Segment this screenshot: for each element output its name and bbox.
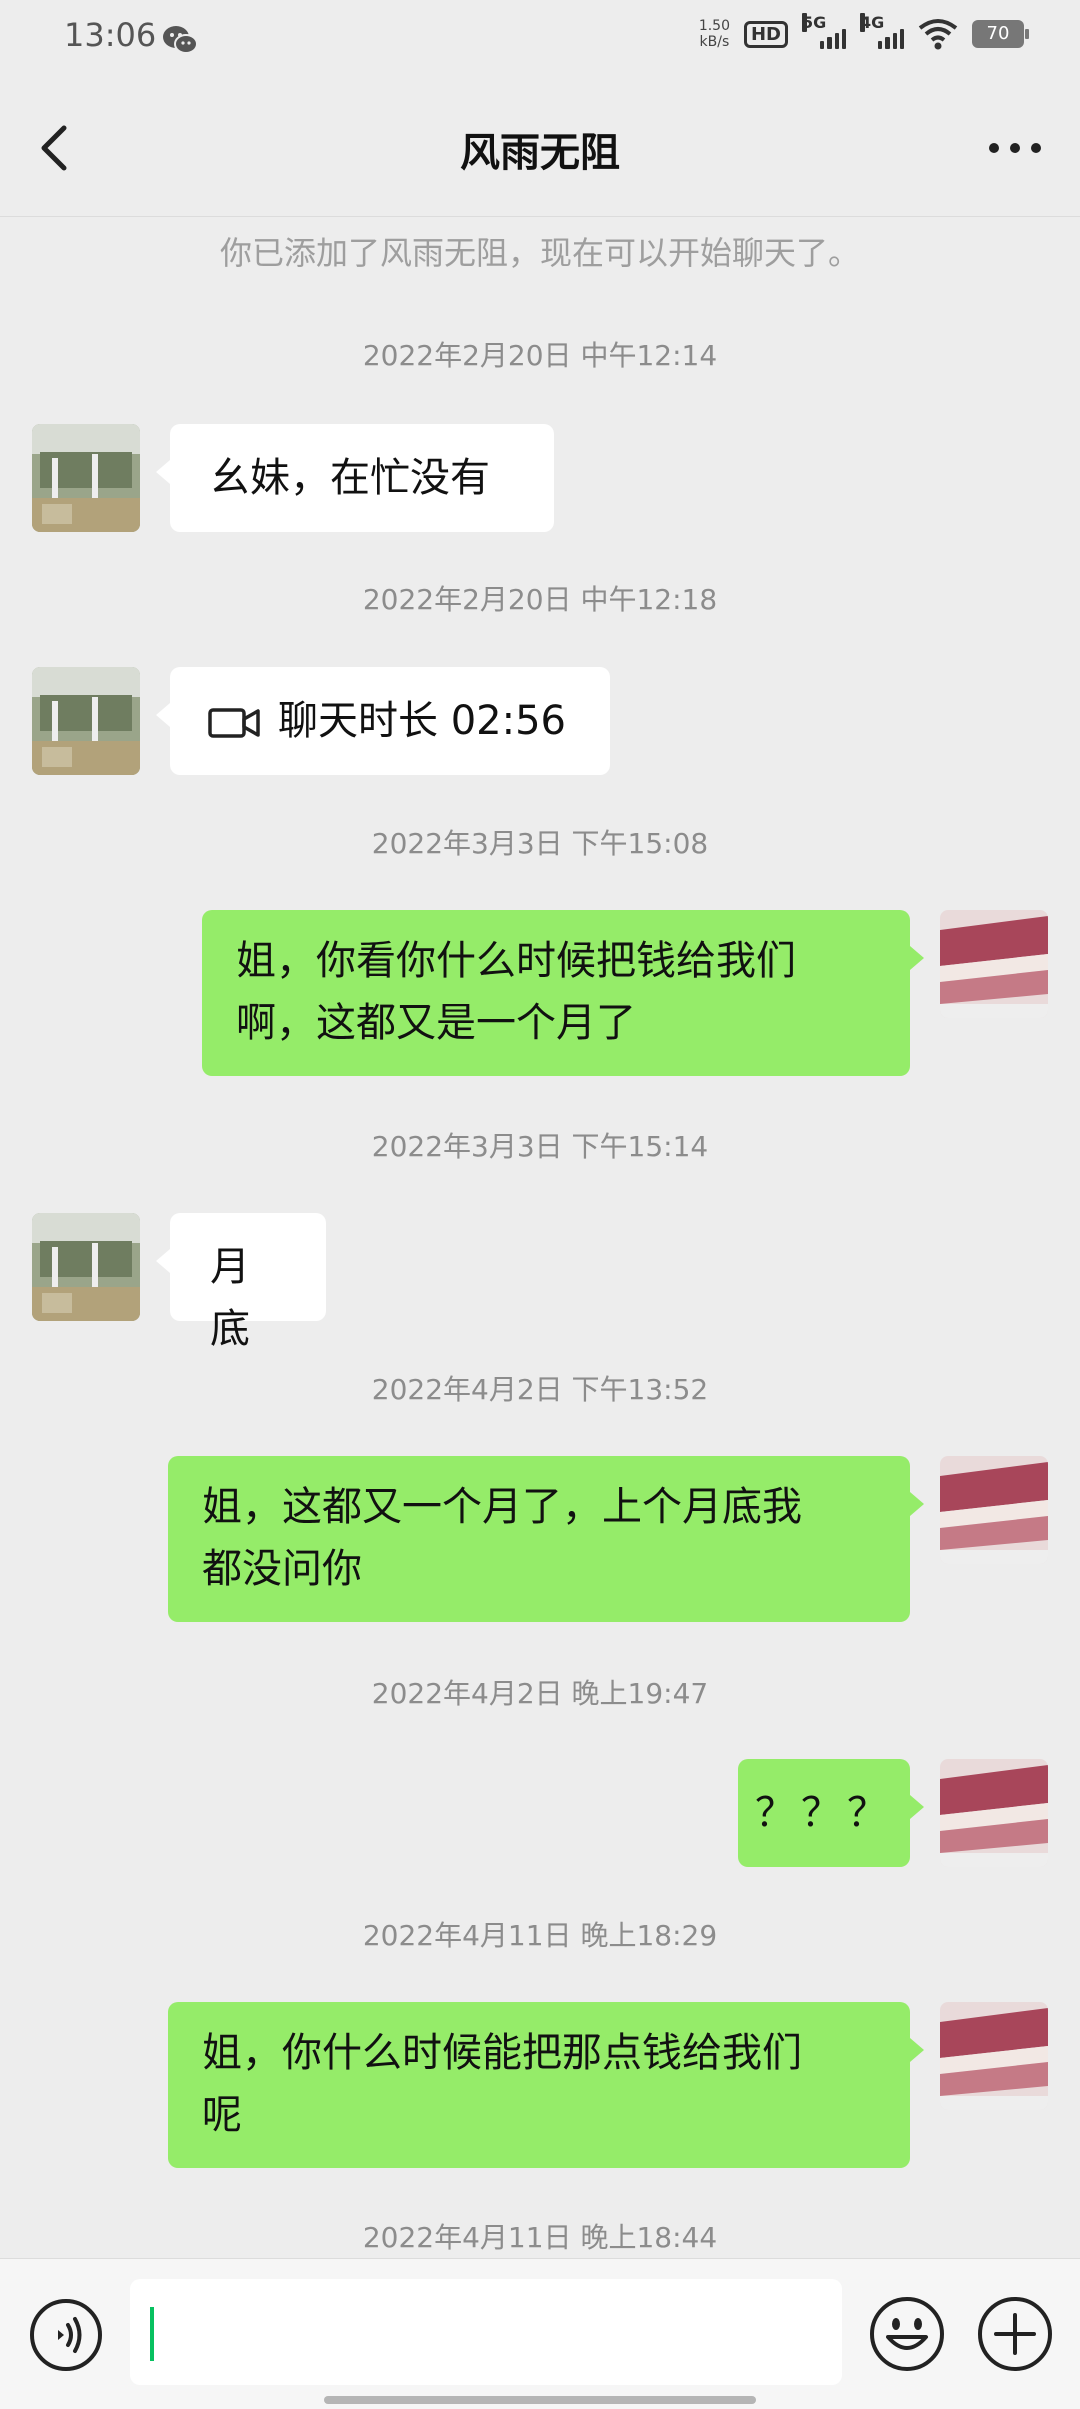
- video-call-record[interactable]: 聊天时长 02:56: [156, 667, 610, 775]
- signal-5g-label: 5G: [802, 13, 827, 32]
- signal-4g-label: 4G: [860, 13, 885, 32]
- more-dots-icon[interactable]: [980, 120, 1050, 176]
- voice-icon[interactable]: [28, 2297, 104, 2373]
- message-text-line: 啊，这都又是一个月了: [236, 1000, 636, 1046]
- status-time: 13:06: [64, 16, 157, 54]
- wifi-icon: [918, 19, 958, 50]
- timestamp: 2022年3月3日 下午15:14: [371, 1130, 709, 1163]
- video-camera-icon: [208, 708, 260, 738]
- message-text: 月底: [210, 1244, 250, 1352]
- net-speed-value: 1.50: [698, 18, 730, 34]
- message-bubble-outgoing[interactable]: 姐，这都又一个月了，上个月底我 都没问你: [168, 1456, 924, 1622]
- message-text: ？？？: [755, 1790, 893, 1836]
- contact-avatar[interactable]: [32, 1213, 140, 1321]
- message-text-line: 姐，你什么时候能把那点钱给我们: [202, 2030, 802, 2076]
- avatar-image: [940, 910, 1048, 1018]
- system-note: 你已添加了风雨无阻，现在可以开始聊天了。: [219, 234, 860, 272]
- my-avatar[interactable]: [940, 910, 1048, 1018]
- message-text-line: 都没问你: [202, 1546, 362, 1592]
- battery-icon: 70: [972, 20, 1029, 48]
- contact-avatar[interactable]: [32, 424, 140, 532]
- message-text: 幺妹，在忙没有: [210, 455, 490, 501]
- signal-5g-icon: 5G: [802, 13, 846, 49]
- message-bubble-incoming[interactable]: 幺妹，在忙没有: [156, 424, 554, 532]
- message-text-line: 呢: [202, 2092, 242, 2138]
- net-speed: 1.50 kB/s: [699, 18, 730, 50]
- avatar-image: [940, 1456, 1048, 1564]
- input-bar: [0, 2258, 1080, 2409]
- timestamp: 2022年2月20日 中午12:14: [362, 339, 718, 372]
- my-avatar[interactable]: [940, 2002, 1048, 2110]
- timestamp: 2022年4月2日 晚上19:47: [371, 1677, 709, 1710]
- text-caret: [150, 2307, 154, 2361]
- chat-header: 风雨无阻: [0, 80, 1080, 217]
- my-avatar[interactable]: [940, 1759, 1048, 1867]
- message-bubble-outgoing[interactable]: 姐，你什么时候能把那点钱给我们 呢: [168, 2002, 924, 2168]
- plus-icon[interactable]: [976, 2295, 1054, 2373]
- timestamp: 2022年3月3日 下午15:08: [371, 827, 709, 860]
- timestamp: 2022年4月11日 晚上18:44: [362, 2221, 718, 2254]
- message-bubble-outgoing[interactable]: 姐，你看你什么时候把钱给我们 啊，这都又是一个月了: [202, 910, 924, 1076]
- timestamp: 2022年2月20日 中午12:18: [362, 583, 718, 616]
- message-bubble-incoming[interactable]: 月底: [156, 1213, 326, 1352]
- my-avatar[interactable]: [940, 1456, 1048, 1564]
- wechat-icon: [163, 26, 198, 54]
- emoji-icon[interactable]: [868, 2295, 946, 2373]
- home-indicator[interactable]: [324, 2396, 756, 2404]
- signal-4g-icon: 4G: [860, 13, 904, 49]
- hd-icon: HD: [743, 20, 788, 48]
- message-text-line: 姐，这都又一个月了，上个月底我: [202, 1484, 802, 1530]
- message-bubble-outgoing[interactable]: ？？？: [738, 1759, 924, 1867]
- message-text-line: 姐，你看你什么时候把钱给我们: [236, 938, 796, 984]
- timestamp: 2022年4月2日 下午13:52: [371, 1373, 709, 1406]
- contact-avatar[interactable]: [32, 667, 140, 775]
- avatar-image: [32, 424, 140, 532]
- avatar-image: [32, 667, 140, 775]
- message-input[interactable]: [130, 2279, 842, 2385]
- net-speed-unit: kB/s: [699, 34, 730, 50]
- timestamp: 2022年4月11日 晚上18:29: [362, 1919, 718, 1952]
- avatar-image: [940, 2002, 1048, 2110]
- avatar-image: [32, 1213, 140, 1321]
- status-bar: 13:06 1.50 kB/s HD 5G 4G 70: [0, 0, 1080, 80]
- chat-title: 风雨无阻: [460, 130, 620, 176]
- avatar-image: [940, 1759, 1048, 1867]
- call-duration: 聊天时长 02:56: [278, 698, 566, 744]
